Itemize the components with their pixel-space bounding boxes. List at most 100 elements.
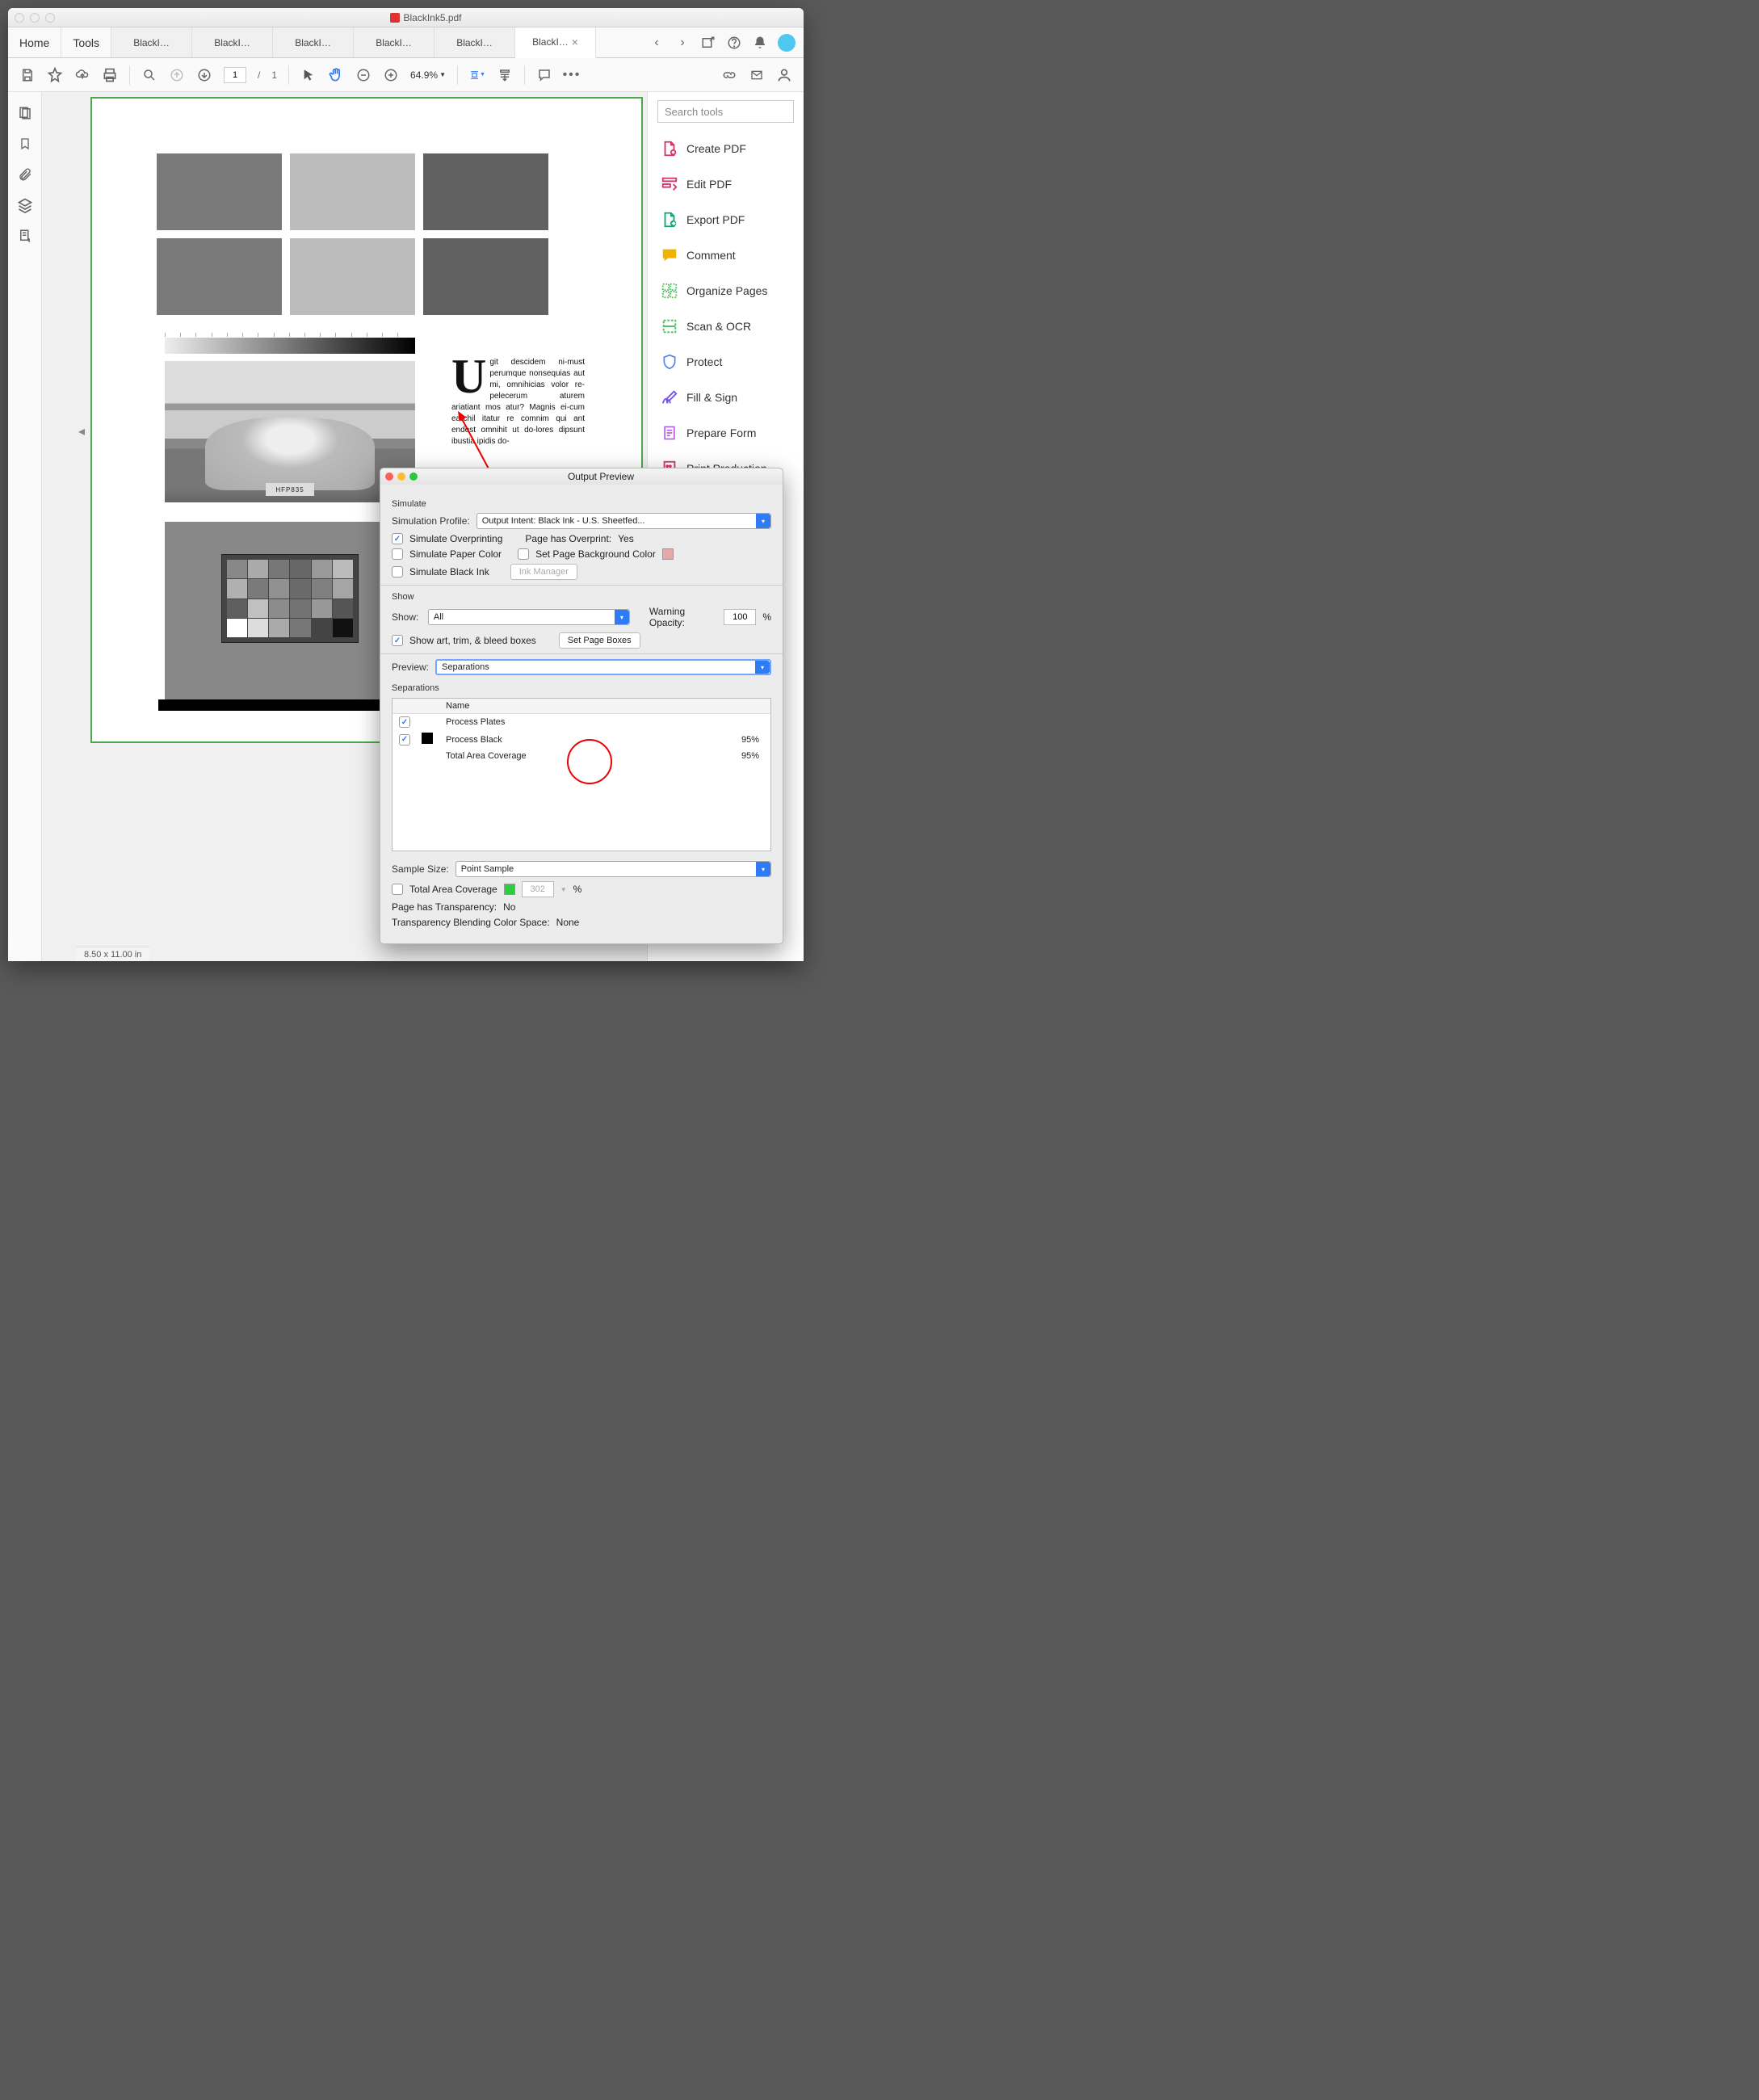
black-ink-checkbox[interactable] xyxy=(392,566,403,578)
app-window: BlackInk5.pdf Home Tools BlackI…BlackI…B… xyxy=(8,8,804,961)
cloud-icon[interactable] xyxy=(74,67,90,83)
up-icon xyxy=(169,67,185,83)
bg-color-label: Set Page Background Color xyxy=(535,548,656,560)
down-icon[interactable] xyxy=(196,67,212,83)
tac-checkbox[interactable] xyxy=(392,884,403,895)
sep-value: 95% xyxy=(706,733,770,747)
file-tab-2[interactable]: BlackI… xyxy=(273,27,354,57)
tac-unit: % xyxy=(573,884,582,895)
tool-comment[interactable]: Comment xyxy=(648,237,804,273)
tool-organize-pages[interactable]: Organize Pages xyxy=(648,273,804,309)
tool-prepare-form[interactable]: Prepare Form xyxy=(648,415,804,451)
tool-scan-ocr[interactable]: Scan & OCR xyxy=(648,309,804,344)
tool-protect[interactable]: Protect xyxy=(648,344,804,380)
save-icon[interactable] xyxy=(19,67,36,83)
thumbnails-icon[interactable] xyxy=(17,105,33,121)
sample-select[interactable]: Point Sample▾ xyxy=(455,861,771,877)
search-icon[interactable] xyxy=(141,67,157,83)
bg-color-swatch[interactable] xyxy=(662,548,674,560)
page-sep: / xyxy=(258,69,260,81)
help-icon[interactable] xyxy=(726,35,742,51)
sep-checkbox[interactable] xyxy=(399,734,410,746)
bookmark-icon[interactable] xyxy=(17,136,33,152)
tool-edit-pdf[interactable]: Edit PDF xyxy=(648,166,804,202)
tac-label: Total Area Coverage xyxy=(409,884,497,895)
tool-fill-sign[interactable]: Fill & Sign xyxy=(648,380,804,415)
paper-color-checkbox[interactable] xyxy=(392,548,403,560)
tab-home[interactable]: Home xyxy=(8,27,61,57)
tool-label: Create PDF xyxy=(686,142,746,155)
link-icon[interactable] xyxy=(721,67,737,83)
more-icon[interactable]: ••• xyxy=(564,67,580,83)
scan-icon xyxy=(661,317,678,335)
hand-tool-icon[interactable] xyxy=(328,67,344,83)
zoom-out-icon[interactable] xyxy=(355,67,372,83)
file-tab-3[interactable]: BlackI… xyxy=(354,27,435,57)
avatar[interactable] xyxy=(778,34,796,52)
dialog-titlebar[interactable]: Output Preview xyxy=(380,468,783,485)
close-icon[interactable]: × xyxy=(572,36,578,48)
print-icon[interactable] xyxy=(102,67,118,83)
nav-prev-icon[interactable]: ‹ xyxy=(649,35,665,51)
show-label: Show: xyxy=(392,611,422,623)
file-tab-5[interactable]: BlackI…× xyxy=(515,27,596,58)
page-input[interactable] xyxy=(224,67,246,83)
show-boxes-checkbox[interactable] xyxy=(392,635,403,646)
person-icon[interactable] xyxy=(776,67,792,83)
warn-label: Warning Opacity: xyxy=(649,606,717,628)
set-page-boxes-button[interactable]: Set Page Boxes xyxy=(559,632,640,649)
tac-input xyxy=(522,881,554,897)
body-text: Ugit descidem ni-must perumque nonsequia… xyxy=(451,357,585,447)
nav-next-icon[interactable]: › xyxy=(674,35,691,51)
bell-icon[interactable] xyxy=(752,35,768,51)
tag-icon[interactable] xyxy=(17,228,33,244)
attachment-icon[interactable] xyxy=(17,166,33,183)
collapse-left-icon[interactable]: ◂ xyxy=(78,415,86,447)
tac-swatch xyxy=(504,884,515,895)
tool-export-pdf[interactable]: Export PDF xyxy=(648,202,804,237)
bg-color-checkbox[interactable] xyxy=(518,548,529,560)
file-tab-1[interactable]: BlackI… xyxy=(192,27,273,57)
annotation-circle xyxy=(567,739,612,784)
warn-input[interactable] xyxy=(724,609,756,625)
zoom-in-icon[interactable] xyxy=(383,67,399,83)
window-title: BlackInk5.pdf xyxy=(55,12,797,23)
sign-icon xyxy=(661,388,678,406)
file-tab-4[interactable]: BlackI… xyxy=(435,27,515,57)
tool-label: Organize Pages xyxy=(686,284,767,297)
window-controls[interactable] xyxy=(15,13,55,23)
black-ink-label: Simulate Black Ink xyxy=(409,566,489,578)
search-tools-input[interactable]: Search tools xyxy=(657,100,794,123)
tool-label: Scan & OCR xyxy=(686,320,751,333)
preview-select[interactable]: Separations▾ xyxy=(435,659,771,675)
tab-tools[interactable]: Tools xyxy=(61,27,111,57)
license-plate: HFP835 xyxy=(266,483,314,496)
left-rail xyxy=(8,92,42,961)
layers-icon[interactable] xyxy=(17,197,33,213)
profile-select[interactable]: Output Intent: Black Ink - U.S. Sheetfed… xyxy=(476,513,771,529)
zoom-dropdown[interactable]: 64.9% ▼ xyxy=(410,69,446,81)
comment-tool-icon[interactable] xyxy=(536,67,552,83)
warn-unit: % xyxy=(762,611,771,623)
tool-label: Edit PDF xyxy=(686,178,732,191)
file-tab-0[interactable]: BlackI… xyxy=(111,27,192,57)
mail-icon[interactable] xyxy=(749,67,765,83)
overprint-note-label: Page has Overprint: xyxy=(525,533,611,544)
blend-space-label: Transparency Blending Color Space: xyxy=(392,917,550,928)
fit-width-icon[interactable]: ▼ xyxy=(469,67,485,83)
window-title-text: BlackInk5.pdf xyxy=(403,12,461,23)
fruit-image xyxy=(165,522,415,699)
select-tool-icon[interactable] xyxy=(300,67,317,83)
show-select[interactable]: All▾ xyxy=(428,609,630,625)
tool-create-pdf[interactable]: Create PDF xyxy=(648,131,804,166)
transparency-label: Page has Transparency: xyxy=(392,901,497,913)
sep-checkbox[interactable] xyxy=(399,716,410,728)
reflow-icon[interactable] xyxy=(497,67,513,83)
tool-label: Export PDF xyxy=(686,213,745,226)
overprint-checkbox[interactable] xyxy=(392,533,403,544)
show-heading: Show xyxy=(392,592,771,602)
star-icon[interactable] xyxy=(47,67,63,83)
ink-manager-button: Ink Manager xyxy=(510,564,577,580)
share-icon[interactable] xyxy=(700,35,716,51)
sample-label: Sample Size: xyxy=(392,863,449,875)
